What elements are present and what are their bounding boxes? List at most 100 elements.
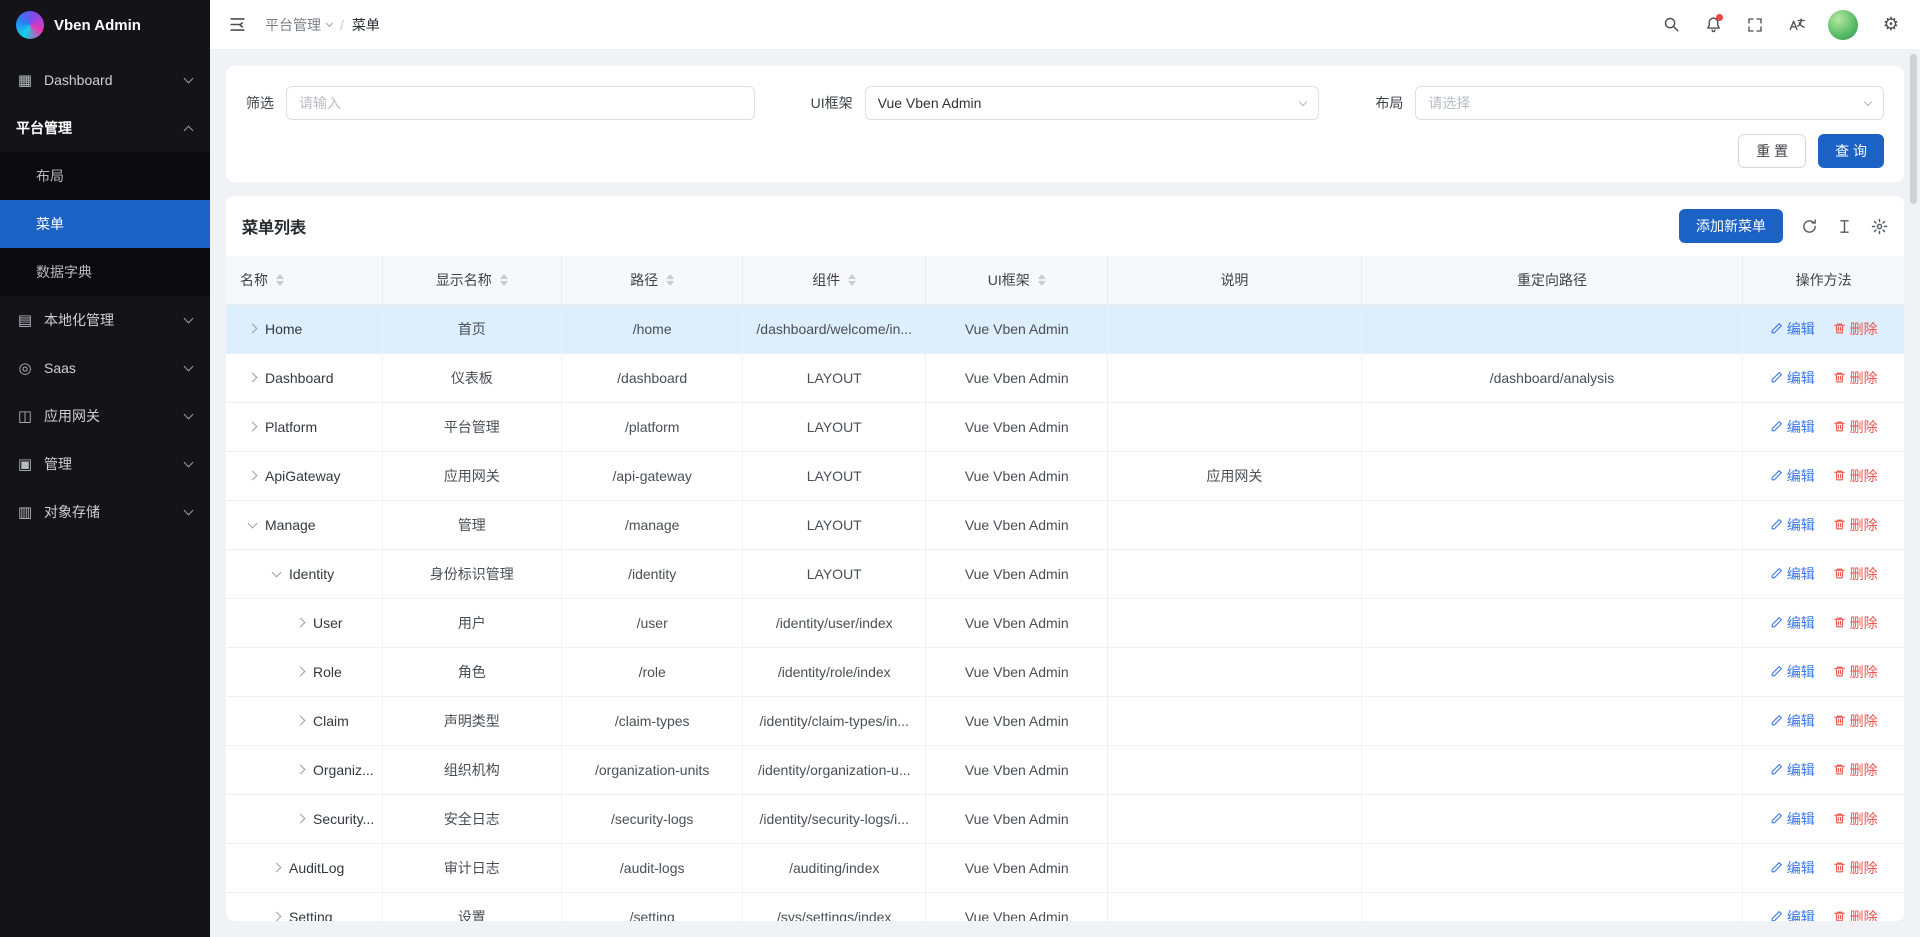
tree-expand-icon[interactable] [272, 567, 282, 577]
breadcrumb-parent[interactable]: 平台管理 [265, 15, 332, 35]
column-header[interactable]: 组件 [743, 256, 926, 304]
tree-expand-icon[interactable] [248, 471, 258, 481]
sort-icon[interactable] [666, 274, 674, 286]
tree-expand-icon[interactable] [296, 667, 306, 677]
add-menu-button[interactable]: 添加新菜单 [1679, 209, 1783, 243]
sidebar-menu: ▦ Dashboard 平台管理 布局 菜单 数据字典 ▤ 本地化管理 ◎ Sa… [0, 50, 210, 937]
column-header[interactable]: UI框架 [926, 256, 1108, 304]
row-display-name: 用户 [382, 598, 562, 647]
delete-button[interactable]: 删除 [1833, 466, 1878, 486]
sidebar-item-gateway[interactable]: ◫ 应用网关 [0, 392, 210, 440]
table-row[interactable]: Setting 设置 /setting /sys/settings/index … [226, 892, 1904, 921]
row-name: Claim [313, 713, 349, 729]
fullscreen-icon[interactable] [1744, 14, 1766, 36]
table-settings-icon[interactable] [1871, 218, 1888, 235]
edit-button[interactable]: 编辑 [1770, 662, 1815, 682]
edit-button[interactable]: 编辑 [1770, 564, 1815, 584]
ui-framework-select[interactable]: Vue Vben Admin [865, 86, 1320, 120]
tree-expand-icon[interactable] [248, 373, 258, 383]
table-row[interactable]: Identity 身份标识管理 /identity LAYOUT Vue Vbe… [226, 549, 1904, 598]
edit-button[interactable]: 编辑 [1770, 466, 1815, 486]
menu-fold-icon[interactable] [228, 15, 247, 34]
sidebar-item-storage[interactable]: ▥ 对象存储 [0, 488, 210, 536]
delete-button[interactable]: 删除 [1833, 319, 1878, 339]
tree-expand-icon[interactable] [296, 716, 306, 726]
table-row[interactable]: Manage 管理 /manage LAYOUT Vue Vben Admin … [226, 500, 1904, 549]
table-row[interactable]: Security... 安全日志 /security-logs /identit… [226, 794, 1904, 843]
sidebar-item-localization[interactable]: ▤ 本地化管理 [0, 296, 210, 344]
search-button[interactable]: 查 询 [1818, 134, 1884, 168]
table-row[interactable]: User 用户 /user /identity/user/index Vue V… [226, 598, 1904, 647]
table-row[interactable]: ApiGateway 应用网关 /api-gateway LAYOUT Vue … [226, 451, 1904, 500]
delete-button[interactable]: 删除 [1833, 809, 1878, 829]
delete-button[interactable]: 删除 [1833, 662, 1878, 682]
user-avatar[interactable] [1828, 10, 1858, 40]
tree-expand-icon[interactable] [248, 324, 258, 334]
row-component: LAYOUT [743, 500, 926, 549]
app-logo[interactable]: Vben Admin [0, 0, 210, 50]
edit-button[interactable]: 编辑 [1770, 809, 1815, 829]
table-row[interactable]: Dashboard 仪表板 /dashboard LAYOUT Vue Vben… [226, 353, 1904, 402]
sidebar-item-menu[interactable]: 菜单 [0, 200, 210, 248]
sort-icon[interactable] [848, 274, 856, 286]
table-row[interactable]: Organiz... 组织机构 /organization-units /ide… [226, 745, 1904, 794]
sort-icon[interactable] [500, 274, 508, 286]
sidebar-item-layout[interactable]: 布局 [0, 152, 210, 200]
notification-icon[interactable] [1702, 14, 1724, 36]
edit-button[interactable]: 编辑 [1770, 711, 1815, 731]
search-icon[interactable] [1660, 14, 1682, 36]
sort-icon[interactable] [1038, 274, 1046, 286]
delete-button[interactable]: 删除 [1833, 760, 1878, 780]
table-row[interactable]: Home 首页 /home /dashboard/welcome/in... V… [226, 304, 1904, 353]
column-header[interactable]: 显示名称 [382, 256, 562, 304]
edit-button[interactable]: 编辑 [1770, 760, 1815, 780]
tree-expand-icon[interactable] [248, 518, 258, 528]
table-row[interactable]: Platform 平台管理 /platform LAYOUT Vue Vben … [226, 402, 1904, 451]
row-description [1108, 402, 1361, 451]
refresh-icon[interactable] [1801, 218, 1818, 235]
column-header[interactable]: 名称 [226, 256, 382, 304]
delete-button[interactable]: 删除 [1833, 564, 1878, 584]
tree-expand-icon[interactable] [272, 863, 282, 873]
sidebar-item-saas[interactable]: ◎ Saas [0, 344, 210, 392]
column-height-icon[interactable] [1836, 218, 1853, 235]
delete-button[interactable]: 删除 [1833, 711, 1878, 731]
tree-expand-icon[interactable] [272, 912, 282, 921]
sidebar-item-manage[interactable]: ▣ 管理 [0, 440, 210, 488]
sort-icon[interactable] [276, 274, 284, 286]
settings-icon[interactable]: ⚙ [1880, 14, 1902, 36]
chevron-icon [184, 74, 194, 84]
edit-button[interactable]: 编辑 [1770, 515, 1815, 535]
delete-button[interactable]: 删除 [1833, 368, 1878, 388]
reset-button[interactable]: 重 置 [1738, 134, 1806, 168]
edit-button[interactable]: 编辑 [1770, 368, 1815, 388]
sidebar-item-dict[interactable]: 数据字典 [0, 248, 210, 296]
delete-button[interactable]: 删除 [1833, 858, 1878, 878]
filter-input[interactable] [286, 86, 755, 120]
tree-expand-icon[interactable] [248, 422, 258, 432]
delete-button[interactable]: 删除 [1833, 907, 1878, 922]
sidebar-item-dashboard[interactable]: ▦ Dashboard [0, 56, 210, 104]
edit-button[interactable]: 编辑 [1770, 613, 1815, 633]
edit-button[interactable]: 编辑 [1770, 907, 1815, 922]
tree-expand-icon[interactable] [296, 618, 306, 628]
edit-button[interactable]: 编辑 [1770, 319, 1815, 339]
row-redirect [1361, 745, 1743, 794]
table-row[interactable]: AuditLog 审计日志 /audit-logs /auditing/inde… [226, 843, 1904, 892]
column-header[interactable]: 路径 [562, 256, 743, 304]
row-ui-framework: Vue Vben Admin [926, 304, 1108, 353]
layout-select[interactable]: 请选择 [1415, 86, 1884, 120]
scrollbar-thumb[interactable] [1910, 54, 1917, 204]
edit-button[interactable]: 编辑 [1770, 858, 1815, 878]
tree-expand-icon[interactable] [296, 765, 306, 775]
delete-button[interactable]: 删除 [1833, 515, 1878, 535]
delete-button[interactable]: 删除 [1833, 417, 1878, 437]
sidebar-item-platform[interactable]: 平台管理 [0, 104, 210, 152]
table-row[interactable]: Role 角色 /role /identity/role/index Vue V… [226, 647, 1904, 696]
tree-expand-icon[interactable] [296, 814, 306, 824]
translate-icon[interactable] [1786, 14, 1808, 36]
table-row[interactable]: Claim 声明类型 /claim-types /identity/claim-… [226, 696, 1904, 745]
delete-button[interactable]: 删除 [1833, 613, 1878, 633]
edit-button[interactable]: 编辑 [1770, 417, 1815, 437]
table-body: Home 首页 /home /dashboard/welcome/in... V… [226, 304, 1904, 921]
